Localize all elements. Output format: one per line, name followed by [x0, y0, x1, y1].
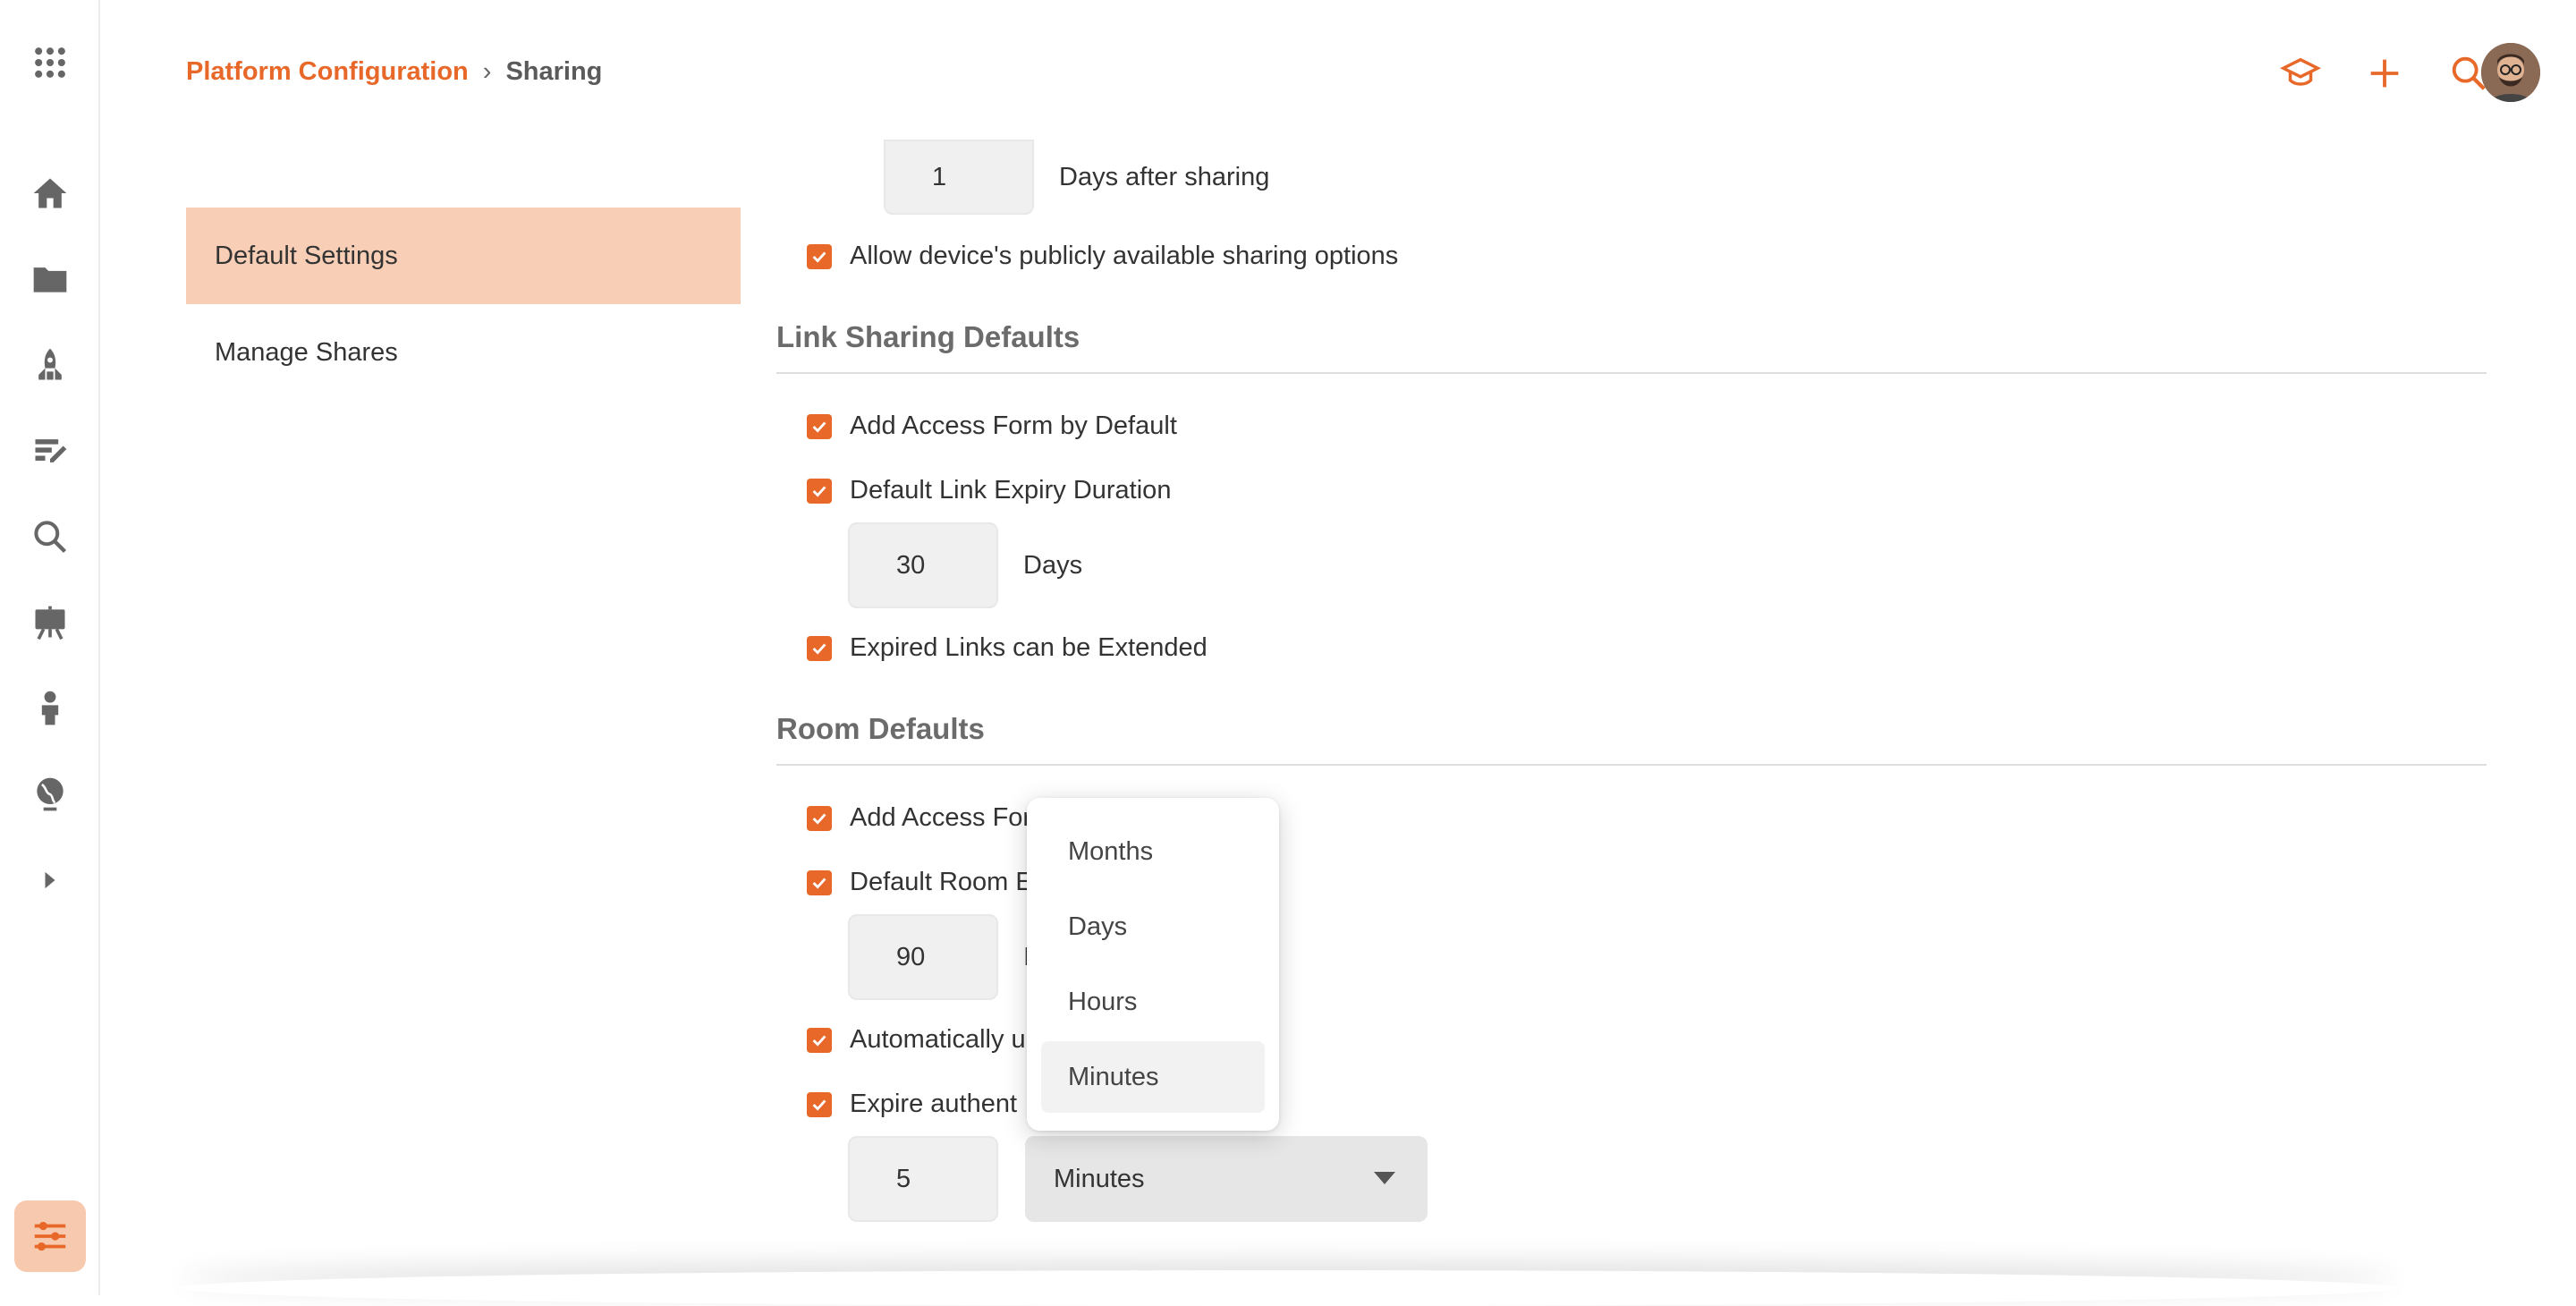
settings-sliders-icon[interactable]: [14, 1200, 86, 1272]
search-icon[interactable]: [27, 513, 73, 560]
link-expiry-input[interactable]: 30: [848, 522, 998, 608]
dropdown-option-minutes[interactable]: Minutes: [1041, 1041, 1265, 1113]
dropdown-option-hours[interactable]: Hours: [1041, 966, 1265, 1038]
links-extended-checkbox[interactable]: [807, 635, 832, 661]
expire-auth-unit-select[interactable]: Minutes: [1025, 1136, 1428, 1222]
expire-auth-row: Expire authent: [807, 1090, 1017, 1119]
link-access-form-label: Add Access Form by Default: [850, 411, 1177, 440]
link-expiry-row: Default Link Expiry Duration: [807, 476, 1171, 505]
link-expiry-unit: Days: [1023, 550, 1083, 580]
allow-public-sharing-label: Allow device's publicly available sharin…: [850, 242, 1399, 270]
link-sharing-section-title: Link Sharing Defaults: [776, 320, 2487, 374]
globe-icon[interactable]: [27, 771, 73, 818]
days-after-sharing-row: 1 Days after sharing: [884, 140, 1269, 215]
apps-grid-icon[interactable]: [27, 39, 73, 86]
room-access-form-checkbox[interactable]: [807, 805, 832, 831]
room-expiry-label: Default Room E: [850, 868, 1033, 896]
folder-icon[interactable]: [27, 256, 73, 302]
chevron-down-icon: [1374, 1172, 1395, 1184]
room-expiry-value-row: 90 I: [848, 914, 1030, 1000]
room-expiry-checkbox[interactable]: [807, 869, 832, 895]
breadcrumb-sharing: Sharing: [505, 57, 603, 86]
auto-checkbox[interactable]: [807, 1027, 832, 1053]
room-expiry-row: Default Room E: [807, 868, 1033, 897]
allow-public-sharing-checkbox[interactable]: [807, 243, 832, 269]
expire-auth-label: Expire authent: [850, 1090, 1018, 1118]
room-access-form-label: Add Access For: [850, 803, 1032, 832]
allow-public-sharing-row: Allow device's publicly available sharin…: [807, 242, 1398, 271]
expire-auth-checkbox[interactable]: [807, 1091, 832, 1117]
link-access-form-checkbox[interactable]: [807, 413, 832, 439]
header: Platform Configuration › Sharing: [100, 0, 2576, 143]
rocket-icon[interactable]: [27, 342, 73, 388]
plus-icon[interactable]: [2361, 50, 2408, 97]
edit-note-icon[interactable]: [27, 428, 73, 474]
side-nav-manage-shares[interactable]: Manage Shares: [186, 304, 741, 401]
user-avatar[interactable]: [2481, 43, 2540, 102]
expire-auth-input[interactable]: 5: [848, 1136, 998, 1222]
left-rail: [0, 0, 100, 1295]
days-after-sharing-label: Days after sharing: [1059, 162, 1270, 191]
room-defaults-section-title: Room Defaults: [776, 712, 2487, 766]
dropdown-option-months[interactable]: Months: [1041, 816, 1265, 887]
room-access-form-row: Add Access For: [807, 803, 1031, 833]
links-extended-label: Expired Links can be Extended: [850, 633, 1208, 662]
side-nav-label: Default Settings: [215, 241, 398, 270]
bottom-shadow: [179, 1270, 2397, 1306]
link-expiry-label: Default Link Expiry Duration: [850, 476, 1172, 505]
breadcrumb-platform-configuration[interactable]: Platform Configuration: [186, 57, 469, 87]
side-nav-label: Manage Shares: [215, 337, 398, 367]
breadcrumb: Platform Configuration › Sharing: [186, 57, 602, 87]
link-expiry-checkbox[interactable]: [807, 478, 832, 504]
home-icon[interactable]: [27, 170, 73, 216]
link-access-form-row: Add Access Form by Default: [807, 411, 1177, 441]
room-expiry-input[interactable]: 90: [848, 914, 998, 1000]
link-expiry-value-row: 30 Days: [848, 522, 1082, 608]
graduation-cap-icon[interactable]: [2277, 50, 2324, 97]
dropdown-option-days[interactable]: Days: [1041, 891, 1265, 963]
links-extended-row: Expired Links can be Extended: [807, 633, 1208, 663]
days-after-sharing-input[interactable]: 1: [884, 140, 1034, 215]
side-nav-default-settings[interactable]: Default Settings: [186, 208, 741, 304]
person-icon[interactable]: [27, 685, 73, 732]
expire-auth-unit-value: Minutes: [1054, 1164, 1145, 1193]
expand-arrow-icon[interactable]: [27, 857, 73, 903]
unit-dropdown-menu: Months Days Hours Minutes: [1027, 798, 1279, 1131]
breadcrumb-separator: ›: [482, 57, 492, 86]
presentation-icon[interactable]: [27, 599, 73, 646]
expire-auth-value-row: 5: [848, 1136, 998, 1222]
auto-row: Automatically u: [807, 1025, 1026, 1055]
side-nav: Default Settings Manage Shares: [186, 208, 741, 401]
auto-label: Automatically u: [850, 1025, 1026, 1054]
